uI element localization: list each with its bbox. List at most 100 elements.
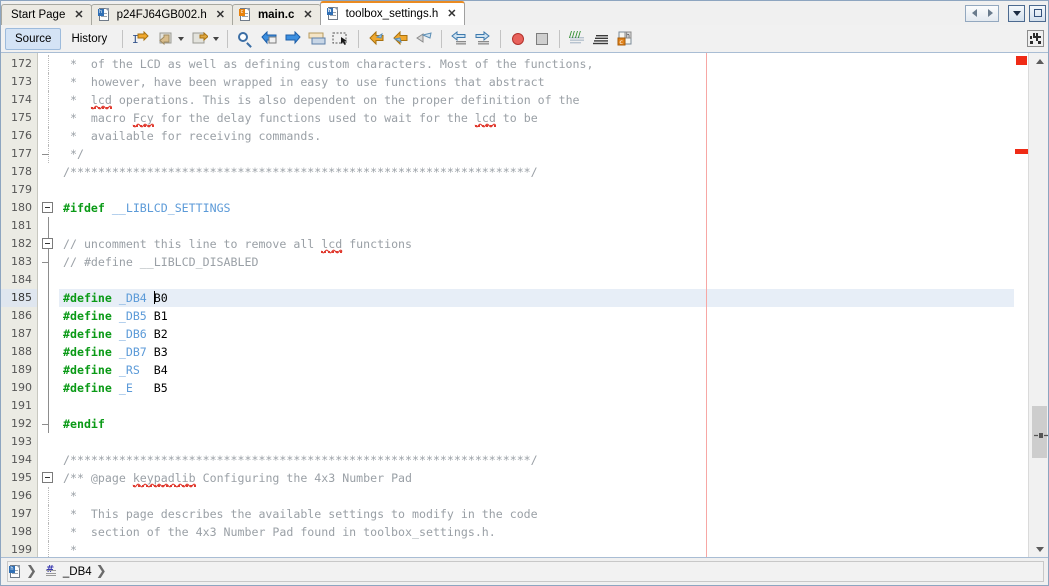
chevron-right-icon (987, 9, 993, 17)
previous-bookmark-icon[interactable] (153, 28, 175, 50)
code-text-area[interactable]: * of the LCD as well as defining custom … (59, 53, 1014, 558)
code-line[interactable]: // uncomment this line to remove all lcd… (63, 235, 412, 253)
line-number: 179 (11, 183, 32, 196)
line-number: 186 (11, 309, 32, 322)
previous-error-icon[interactable] (365, 28, 387, 50)
line-number: 181 (11, 219, 32, 232)
editor-tab-start-page[interactable]: Start Page ✕ (1, 4, 92, 25)
tab-close-icon[interactable]: ✕ (74, 9, 83, 21)
code-line[interactable]: #define _RS B4 (63, 361, 168, 379)
line-number: 187 (11, 327, 32, 340)
status-bar: h ❯ # _DB4 ❯ ✖ (1, 557, 1048, 585)
scroll-tabs-left-button[interactable] (965, 4, 982, 22)
vertical-scrollbar[interactable] (1028, 53, 1048, 558)
find-previous-icon[interactable] (258, 28, 280, 50)
line-number: 180 (11, 201, 32, 214)
next-bookmark-dropdown[interactable] (211, 28, 220, 50)
navigation-breadcrumb[interactable]: h ❯ # _DB4 ❯ (1, 558, 107, 585)
fold-guide-line (48, 307, 49, 325)
code-line[interactable]: #define _DB6 B2 (63, 325, 168, 343)
editor-tab-toolbox-settings-h[interactable]: h toolbox_settings.h ✕ (319, 1, 465, 25)
scroll-down-button[interactable] (1029, 541, 1048, 558)
fold-region-end (42, 262, 49, 263)
comment-icon[interactable]: // // (566, 28, 588, 50)
fold-guide-line (48, 379, 49, 397)
editor-tab-main-c[interactable]: c main.c ✕ (231, 4, 321, 25)
breadcrumb-separator-2: ❯ (95, 564, 107, 579)
source-view-button[interactable]: Source (5, 27, 62, 50)
scrollbar-position-marker (1034, 431, 1048, 441)
code-line[interactable]: * (63, 541, 77, 558)
fold-collapse-toggle[interactable] (42, 202, 53, 213)
code-line[interactable]: /***************************************… (63, 451, 538, 469)
previous-bookmark-dropdown[interactable] (176, 28, 185, 50)
code-line[interactable]: #define _DB7 B3 (63, 343, 168, 361)
shift-line-left-icon[interactable] (448, 28, 470, 50)
tab-strip: Start Page ✕ h p24FJ64GB002.h ✕ c main.c ✕ h tool… (1, 1, 465, 25)
fold-collapse-toggle[interactable] (42, 472, 53, 483)
code-line[interactable]: #endif (63, 415, 105, 433)
uncomment-icon[interactable] (590, 28, 612, 50)
code-line[interactable]: * however, have been wrapped in easy to … (63, 73, 545, 91)
toggle-bookmark-icon[interactable]: I (129, 28, 151, 50)
line-number: 175 (11, 111, 32, 124)
editor-tab-p24fj64gb002-h[interactable]: h p24FJ64GB002.h ✕ (90, 4, 233, 25)
error-marker[interactable] (1015, 149, 1028, 154)
line-number: 176 (11, 129, 32, 142)
code-line[interactable]: #define _DB4 B0 (63, 289, 168, 307)
error-marker[interactable] (1016, 56, 1027, 65)
code-line[interactable]: * available for receiving commands. (63, 127, 321, 145)
breadcrumb-symbol[interactable]: _DB4 (63, 566, 92, 578)
line-number: 192 (11, 417, 32, 430)
code-editor[interactable]: 172 173 174 175 176 177 178 179 180 181 182 183 184 1… (1, 53, 1048, 558)
find-selection-icon[interactable] (234, 28, 256, 50)
fold-guide-dotted (48, 127, 49, 145)
code-line[interactable]: * of the LCD as well as defining custom … (63, 55, 594, 73)
inspect-members-icon[interactable]: h c (614, 28, 636, 50)
find-next-icon[interactable] (282, 28, 304, 50)
maximize-icon (1033, 9, 1042, 17)
code-line[interactable]: * macro Fcy for the delay functions used… (63, 109, 538, 127)
tab-close-icon[interactable]: ✕ (216, 9, 225, 21)
line-number-gutter: 172 173 174 175 176 177 178 179 180 181 182 183 184 1… (1, 53, 38, 558)
code-line[interactable]: /***************************************… (63, 163, 538, 181)
code-line[interactable]: #ifdef __LIBLCD_SETTINGS (63, 199, 231, 217)
code-line[interactable]: * This page describes the available sett… (63, 505, 538, 523)
code-line[interactable]: * lcd operations. This is also dependent… (63, 91, 580, 109)
toggle-highlight-search-icon[interactable] (306, 28, 328, 50)
fold-guide-line (48, 325, 49, 343)
code-line[interactable]: * section of the 4x3 Number Pad found in… (63, 523, 496, 541)
go-to-declaration-icon[interactable] (413, 28, 435, 50)
error-annotation-strip[interactable] (1014, 53, 1029, 558)
scroll-tabs-right-button[interactable] (982, 4, 999, 22)
code-line[interactable]: #define _DB5 B1 (63, 307, 168, 325)
code-line[interactable]: */ (63, 145, 84, 163)
stop-macro-recording-icon[interactable] (531, 28, 553, 50)
tab-list-dropdown-button[interactable] (1008, 4, 1025, 22)
tab-close-icon[interactable]: ✕ (303, 9, 312, 21)
fold-guide-line (48, 289, 49, 307)
breadcrumb-separator-1: ❯ (26, 564, 37, 579)
code-line[interactable]: // #define __LIBLCD_DISABLED (63, 253, 258, 271)
maximize-window-button[interactable] (1029, 4, 1046, 22)
expand-toolbar-button[interactable] (1027, 30, 1044, 47)
next-error-icon[interactable] (389, 28, 411, 50)
scroll-up-icon (1035, 59, 1044, 64)
toggle-rectangular-selection-icon[interactable] (330, 28, 352, 50)
code-line[interactable]: /** @page keypadlib Configuring the 4x3 … (63, 469, 412, 487)
code-line[interactable]: * (63, 487, 77, 505)
macro-define-icon: # (45, 564, 59, 578)
chevron-down-icon (1012, 10, 1021, 16)
history-view-button[interactable]: History (61, 28, 117, 50)
code-line[interactable]: #define _E B5 (63, 379, 168, 397)
file-type-badge: h (9, 565, 15, 573)
tab-close-icon[interactable]: ✕ (447, 8, 456, 20)
start-macro-recording-icon[interactable] (507, 28, 529, 50)
fold-collapse-toggle[interactable] (42, 238, 53, 249)
shift-line-right-icon[interactable] (472, 28, 494, 50)
next-bookmark-icon[interactable] (188, 28, 210, 50)
line-number: 196 (11, 489, 32, 502)
code-folding-column[interactable] (38, 53, 59, 558)
scroll-up-button[interactable] (1029, 53, 1048, 70)
fold-guide-line (48, 271, 49, 289)
